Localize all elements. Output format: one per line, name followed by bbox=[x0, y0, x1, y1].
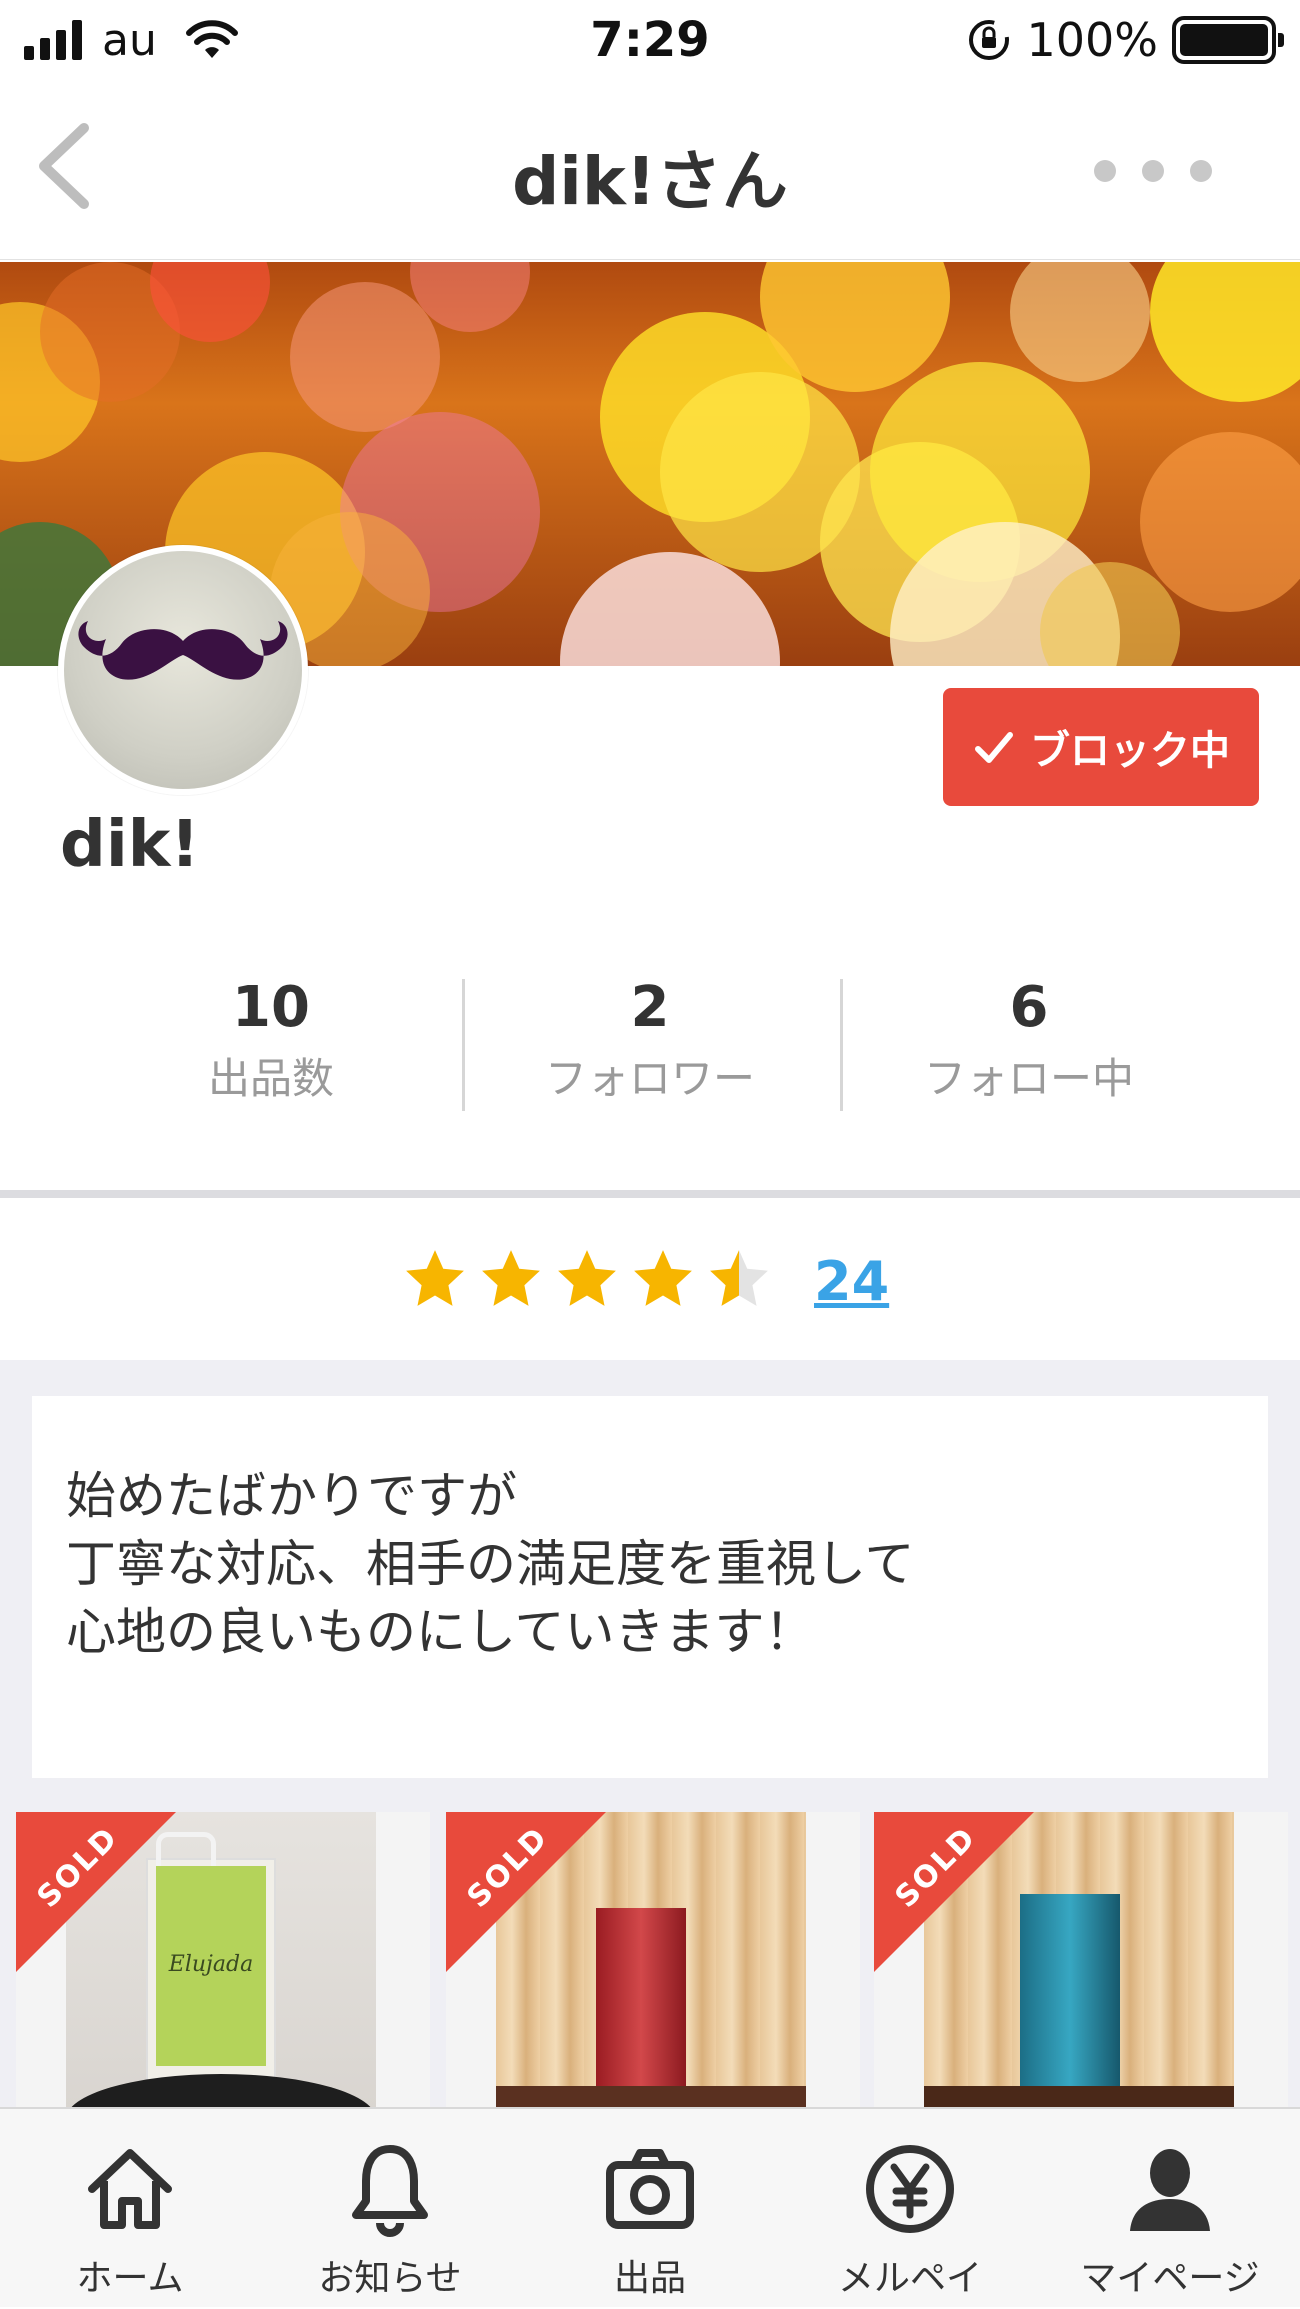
tab-home[interactable]: ホーム bbox=[0, 2109, 260, 2309]
tab-merpay[interactable]: メルペイ bbox=[780, 2109, 1040, 2309]
stat-label: 出品数 bbox=[207, 1054, 334, 1103]
bell-icon bbox=[352, 2145, 428, 2237]
person-icon bbox=[1130, 2149, 1210, 2231]
star-icon bbox=[406, 1250, 464, 1306]
star-icon bbox=[558, 1250, 616, 1306]
home-icon bbox=[88, 2149, 172, 2229]
block-button-label: ブロック中 bbox=[1030, 728, 1230, 774]
camera-icon bbox=[606, 2149, 694, 2229]
stat-following[interactable]: 6 フォロー中 bbox=[840, 975, 1218, 1106]
section-separator bbox=[0, 1190, 1300, 1198]
rating-row: 24 bbox=[0, 1198, 1300, 1360]
bio-line: 心地の良いものにしていきます！ bbox=[66, 1603, 815, 1661]
avatar[interactable] bbox=[58, 545, 308, 795]
tab-mypage[interactable]: マイページ bbox=[1040, 2109, 1300, 2309]
block-button[interactable]: ブロック中 bbox=[943, 688, 1259, 806]
mustache-icon bbox=[78, 621, 288, 680]
review-count-link[interactable]: 24 bbox=[814, 1250, 889, 1313]
stat-value: 2 bbox=[630, 975, 670, 1040]
tab-label: 出品 bbox=[613, 2258, 686, 2299]
nav-header: dik!さん bbox=[0, 80, 1300, 260]
tab-label: メルペイ bbox=[837, 2258, 982, 2299]
check-icon bbox=[975, 732, 1013, 763]
tab-label: お知らせ bbox=[318, 2258, 462, 2299]
stat-value: 10 bbox=[232, 975, 310, 1040]
star-rating bbox=[402, 1246, 772, 1312]
item-card[interactable]: Elujada SOLD bbox=[16, 1812, 430, 2132]
yen-icon bbox=[866, 2145, 954, 2233]
orientation-lock-icon bbox=[969, 20, 1010, 60]
stat-label: フォロワー bbox=[544, 1054, 755, 1103]
item-card[interactable]: SOLD bbox=[874, 1812, 1288, 2132]
tab-bar: ホーム お知らせ 出品 メルペイ マイページ bbox=[0, 2107, 1300, 2307]
stat-listings[interactable]: 10 出品数 bbox=[82, 975, 460, 1106]
tab-notifications[interactable]: お知らせ bbox=[260, 2109, 520, 2309]
bio-card: 始めたばかりですが 丁寧な対応、相手の満足度を重視して 心地の良いものにしていき… bbox=[32, 1396, 1268, 1778]
bio-line: 始めたばかりですが bbox=[66, 1467, 517, 1525]
star-icon bbox=[710, 1250, 768, 1306]
stat-label: フォロー中 bbox=[923, 1054, 1134, 1103]
item-card[interactable]: SOLD bbox=[446, 1812, 860, 2132]
status-bar: au 7:29 100% bbox=[0, 0, 1300, 80]
star-icon bbox=[634, 1250, 692, 1306]
stat-followers[interactable]: 2 フォロワー bbox=[461, 975, 839, 1106]
tab-label: マイページ bbox=[1080, 2258, 1260, 2299]
tab-label: ホーム bbox=[76, 2258, 184, 2299]
stats-row: 10 出品数 2 フォロワー 6 フォロー中 bbox=[0, 975, 1300, 1115]
tab-sell[interactable]: 出品 bbox=[520, 2109, 780, 2309]
more-dots-icon[interactable] bbox=[1094, 160, 1212, 182]
battery-icon bbox=[1172, 16, 1284, 64]
star-icon bbox=[482, 1250, 540, 1306]
battery-percent: 100% bbox=[1026, 13, 1158, 67]
stat-value: 6 bbox=[1009, 975, 1049, 1040]
bio-line: 丁寧な対応、相手の満足度を重視して bbox=[66, 1535, 915, 1593]
username: dik! bbox=[60, 808, 200, 882]
